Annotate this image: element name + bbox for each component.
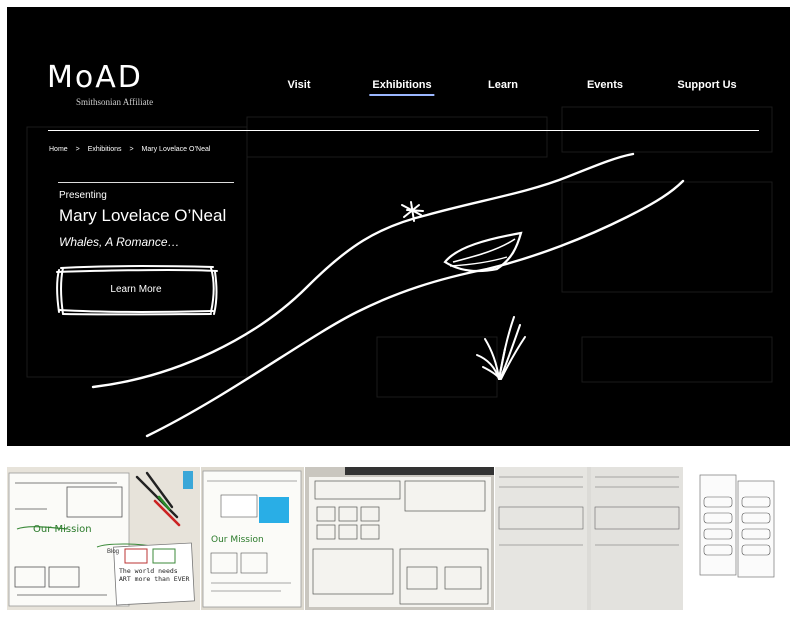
presenting-divider: [58, 182, 234, 183]
presenting-label: Presenting: [59, 190, 107, 201]
mission-heading: Our Mission: [33, 524, 92, 535]
nav-visit[interactable]: Visit: [287, 79, 310, 91]
nav-support-us[interactable]: Support Us: [677, 79, 736, 91]
mission-heading: Our Mission: [211, 535, 264, 545]
blog-label: Blog: [107, 549, 120, 555]
breadcrumb-separator: >: [75, 146, 80, 153]
sketch-photo[interactable]: [495, 467, 683, 610]
paper-sketch-illustration: [7, 467, 200, 610]
sketch-photo[interactable]: Our Mission: [201, 467, 304, 610]
learn-more-label: Learn More: [110, 284, 162, 295]
main-nav: Visit Exhibitions Learn Events Support U…: [7, 79, 790, 99]
exhibition-title: Whales, A Romance…: [59, 235, 180, 249]
breadcrumb-home[interactable]: Home: [49, 146, 68, 153]
nav-learn[interactable]: Learn: [488, 79, 518, 91]
breadcrumb-separator: >: [129, 146, 134, 153]
paper-sketch-illustration: [684, 467, 790, 610]
sketch-photo[interactable]: [305, 467, 494, 610]
hero-banner: MoAD Smithsonian Affiliate Visit Exhibit…: [7, 7, 790, 446]
breadcrumb: Home > Exhibitions > Mary Lovelace O’Nea…: [49, 146, 216, 153]
header-divider: [48, 130, 759, 131]
sketch-photo[interactable]: Our Mission Blog The world needs ART mor…: [7, 467, 200, 610]
paper-sketch-illustration: [495, 467, 683, 610]
learn-more-button[interactable]: Learn More: [53, 262, 219, 317]
breadcrumb-current: Mary Lovelace O’Neal: [141, 146, 211, 153]
nav-events[interactable]: Events: [587, 79, 623, 91]
paper-sketch-illustration: [305, 467, 494, 610]
breadcrumb-exhibitions[interactable]: Exhibitions: [88, 146, 122, 153]
nav-exhibitions[interactable]: Exhibitions: [369, 79, 435, 96]
quote-text: The world needs ART more than EVER: [119, 567, 190, 583]
sketch-photo[interactable]: [684, 467, 790, 610]
sketch-photo-strip: Our Mission Blog The world needs ART mor…: [7, 467, 790, 610]
artist-name: Mary Lovelace O’Neal: [59, 206, 227, 225]
